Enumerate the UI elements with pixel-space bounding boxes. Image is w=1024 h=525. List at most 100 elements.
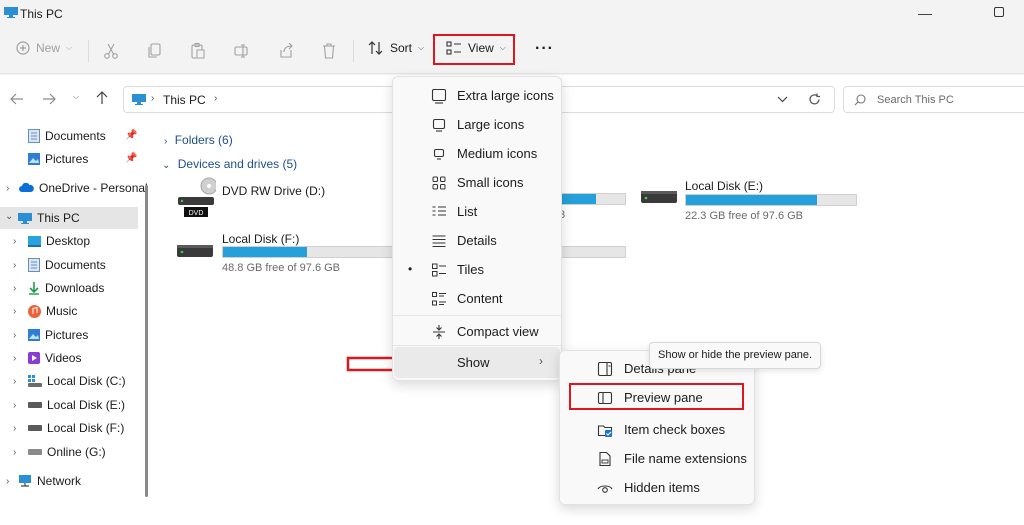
toolbar-divider	[353, 40, 354, 62]
expand-chevron-icon[interactable]: ›	[13, 236, 16, 247]
sidebar-item-videos[interactable]: Videos	[28, 351, 81, 365]
sidebar-item-label: Pictures	[45, 328, 89, 342]
sidebar-item-documents-quick[interactable]: Documents	[28, 129, 106, 143]
menu-divider	[393, 345, 561, 346]
recent-dropdown-icon[interactable]: ⌵	[73, 92, 79, 102]
sort-button[interactable]: Sort ⌵	[368, 41, 424, 55]
details-pane-icon	[597, 361, 613, 377]
documents-icon	[28, 129, 40, 143]
expand-chevron-icon[interactable]: ›	[13, 330, 16, 341]
menu-item-large-icons[interactable]: Large icons	[393, 110, 561, 139]
back-arrow-icon[interactable]	[10, 93, 24, 105]
search-input[interactable]: Search This PC	[843, 86, 1024, 113]
large-icons-icon	[432, 118, 446, 132]
sidebar-item-local-disk-f[interactable]: Local Disk (F:)	[28, 421, 124, 435]
group-label: Folders (6)	[174, 133, 233, 147]
drive-tile-local-disk-e[interactable]: Local Disk (E:) 22.3 GB free of 97.6 GB	[638, 179, 858, 223]
drives-group-header[interactable]: ⌄ Devices and drives (5)	[162, 157, 297, 171]
submenu-item-file-name-extensions[interactable]: File name extensions	[560, 444, 754, 473]
rename-icon[interactable]	[234, 43, 250, 59]
chevron-right-icon: ›	[164, 136, 168, 147]
chevron-right-icon: ›	[539, 354, 543, 368]
new-label: New	[36, 41, 61, 55]
copy-icon[interactable]	[148, 43, 162, 59]
drive-tile-dvd[interactable]: DVD DVD RW Drive (D:)	[174, 177, 364, 219]
cut-icon[interactable]	[104, 43, 118, 59]
sidebar-item-label: Desktop	[46, 234, 91, 248]
chevron-down-icon[interactable]	[777, 96, 788, 103]
new-button[interactable]: New ⌵	[16, 41, 72, 55]
show-submenu: Details pane Preview pane Item check box…	[559, 350, 755, 505]
expand-chevron-icon[interactable]: ›	[13, 400, 16, 411]
drive-name: DVD RW Drive (D:)	[222, 184, 326, 198]
sidebar-item-onedrive[interactable]: OneDrive - Personal	[18, 181, 148, 195]
sidebar-item-pictures[interactable]: Pictures	[28, 328, 88, 342]
desktop-icon	[28, 235, 41, 247]
folders-group-header[interactable]: › Folders (6)	[164, 133, 233, 147]
expand-chevron-icon[interactable]: ›	[13, 423, 16, 434]
menu-item-show[interactable]: Show ›	[393, 348, 561, 377]
menu-item-tiles[interactable]: • Tiles	[393, 255, 561, 284]
drive-usage-bar	[552, 193, 626, 205]
file-extensions-icon	[599, 451, 611, 467]
sidebar-item-label: Pictures	[45, 152, 89, 166]
share-icon[interactable]	[278, 43, 294, 59]
search-icon	[854, 94, 866, 106]
expand-chevron-icon[interactable]: ›	[13, 353, 16, 364]
sidebar-item-local-disk-c[interactable]: Local Disk (C:)	[28, 374, 126, 388]
breadcrumb[interactable]: This PC	[163, 93, 206, 107]
expand-chevron-icon[interactable]: ›	[13, 283, 16, 294]
menu-item-compact-view[interactable]: Compact view	[393, 317, 561, 346]
sidebar-item-desktop[interactable]: Desktop	[28, 234, 90, 248]
menu-item-list[interactable]: List	[393, 197, 561, 226]
tooltip: Show or hide the preview pane.	[649, 342, 821, 369]
pin-icon[interactable]: 📌	[125, 153, 137, 164]
menu-item-small-icons[interactable]: Small icons	[393, 168, 561, 197]
drive-icon	[28, 402, 42, 408]
plus-circle-icon	[16, 41, 30, 55]
menu-item-content[interactable]: Content	[393, 284, 561, 313]
sidebar-item-label: Documents	[45, 129, 106, 143]
minimize-button[interactable]: —	[918, 5, 932, 21]
expand-chevron-icon[interactable]: ›	[6, 183, 9, 194]
onedrive-cloud-icon	[19, 183, 34, 192]
sidebar-item-network[interactable]: Network	[18, 474, 81, 488]
expand-chevron-icon[interactable]: ›	[13, 376, 16, 387]
sidebar-item-label: Videos	[45, 351, 82, 365]
maximize-button[interactable]	[994, 7, 1004, 17]
submenu-item-item-check-boxes[interactable]: Item check boxes	[560, 415, 754, 444]
forward-arrow-icon[interactable]	[42, 93, 56, 105]
paste-icon[interactable]	[191, 43, 205, 59]
documents-icon	[28, 258, 40, 272]
sidebar-item-downloads[interactable]: Downloads	[28, 281, 104, 295]
pin-icon[interactable]: 📌	[125, 130, 137, 141]
breadcrumb-separator-icon[interactable]: ›	[214, 93, 217, 104]
collapse-chevron-icon[interactable]: ⌄	[5, 211, 13, 222]
extra-large-icons-icon	[431, 88, 447, 104]
refresh-icon[interactable]	[808, 93, 821, 106]
menu-item-label: Details	[457, 233, 497, 248]
sidebar-item-this-pc[interactable]: This PC	[18, 211, 80, 225]
view-highlight-box	[433, 34, 515, 65]
expand-chevron-icon[interactable]: ›	[13, 260, 16, 271]
more-options-button[interactable]: ···	[535, 40, 554, 58]
menu-item-details[interactable]: Details	[393, 226, 561, 255]
sidebar-item-pictures-quick[interactable]: Pictures	[28, 152, 88, 166]
drive-icon	[28, 425, 42, 431]
menu-item-label: Large icons	[457, 117, 525, 132]
submenu-item-hidden-items[interactable]: Hidden items	[560, 473, 754, 502]
up-arrow-icon[interactable]	[96, 91, 108, 105]
expand-chevron-icon[interactable]: ›	[13, 447, 16, 458]
sidebar-scrollbar[interactable]	[145, 185, 148, 497]
music-icon	[28, 304, 41, 318]
menu-item-extra-large-icons[interactable]: Extra large icons	[393, 81, 561, 110]
menu-item-label: Tiles	[457, 262, 484, 277]
menu-item-medium-icons[interactable]: Medium icons	[393, 139, 561, 168]
sidebar-item-online-g[interactable]: Online (G:)	[28, 445, 106, 459]
expand-chevron-icon[interactable]: ›	[6, 476, 9, 487]
expand-chevron-icon[interactable]: ›	[13, 306, 16, 317]
delete-icon[interactable]	[322, 43, 336, 59]
sidebar-item-music[interactable]: Music	[28, 304, 77, 318]
sidebar-item-documents[interactable]: Documents	[28, 258, 106, 272]
sidebar-item-local-disk-e[interactable]: Local Disk (E:)	[28, 398, 125, 412]
